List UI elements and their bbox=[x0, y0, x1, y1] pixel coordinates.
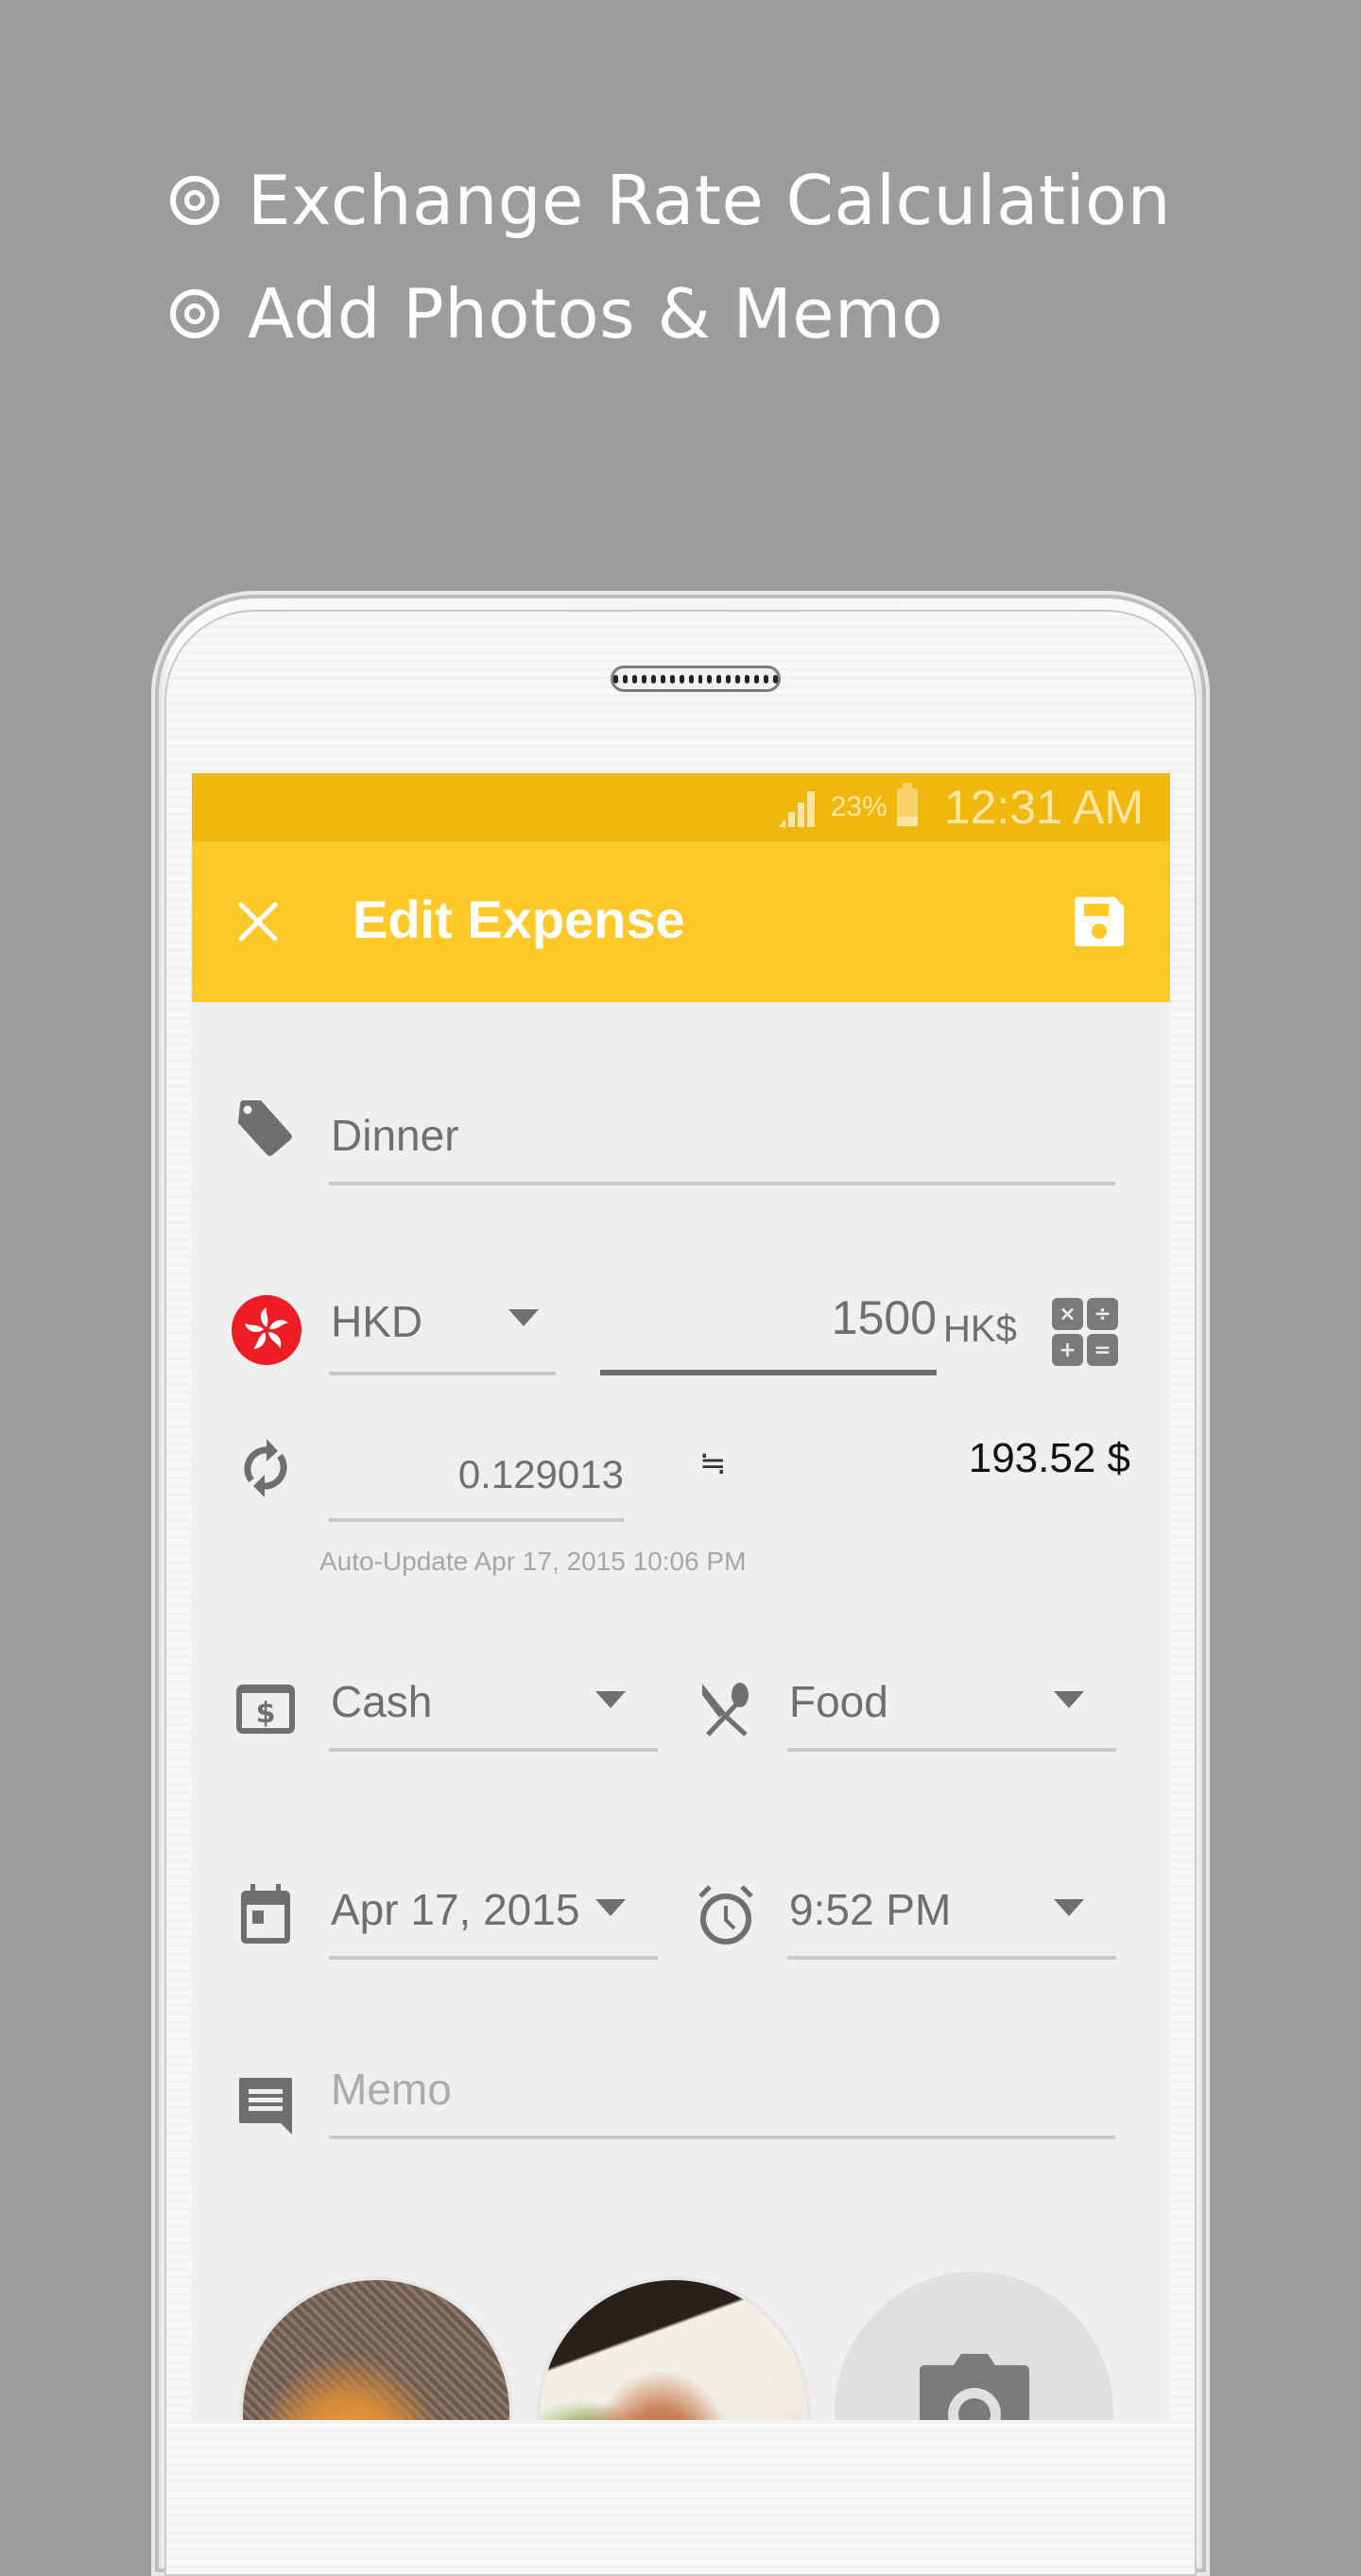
promo-line-1: Exchange Rate Calculation bbox=[170, 161, 1171, 240]
battery-percent: 23% bbox=[830, 791, 887, 822]
expense-title-value: Dinner bbox=[331, 1111, 459, 1160]
payment-method-value: Cash bbox=[331, 1677, 433, 1726]
converted-amount: 193.52 $ bbox=[968, 1435, 1130, 1481]
memo-placeholder: Memo bbox=[331, 2065, 452, 2114]
expense-title-input[interactable]: Dinner bbox=[329, 1066, 1115, 1185]
calc-plus-icon: + bbox=[1052, 1334, 1083, 1366]
fork-spoon-icon bbox=[693, 1676, 759, 1742]
amount-input[interactable]: 1500 bbox=[600, 1284, 937, 1375]
page-title: Edit Expense bbox=[353, 890, 685, 949]
memo-input[interactable]: Memo bbox=[329, 2045, 1115, 2139]
amount-value: 1500 bbox=[831, 1291, 937, 1344]
svg-text:$: $ bbox=[256, 1697, 276, 1730]
currency-code: HKD bbox=[331, 1297, 423, 1346]
promo-line-2: Add Photos & Memo bbox=[170, 274, 943, 354]
app-screen: 23% 12:31 AM Edit Expense Dinner HKD 150… bbox=[192, 773, 1170, 2420]
currency-select[interactable]: HKD bbox=[329, 1284, 556, 1375]
date-value: Apr 17, 2015 bbox=[331, 1885, 580, 1934]
date-select[interactable]: Apr 17, 2015 bbox=[329, 1851, 658, 1960]
hong-kong-flag-icon bbox=[232, 1295, 301, 1365]
photo-thumbnail[interactable] bbox=[239, 2276, 513, 2420]
chevron-down-icon bbox=[1054, 1691, 1084, 1708]
earpiece-speaker bbox=[611, 666, 781, 692]
refresh-rate-button[interactable] bbox=[233, 1435, 299, 1501]
close-icon bbox=[238, 902, 278, 942]
camera-icon bbox=[919, 2354, 1029, 2420]
calendar-icon bbox=[233, 1881, 299, 1947]
refresh-icon bbox=[244, 1439, 287, 1497]
chevron-down-icon bbox=[595, 1691, 626, 1708]
add-photo-button[interactable] bbox=[835, 2272, 1113, 2420]
calc-equals-icon: = bbox=[1087, 1334, 1118, 1366]
exchange-rate-value: 0.129013 bbox=[457, 1452, 624, 1496]
chevron-down-icon bbox=[508, 1309, 539, 1326]
approx-equal-icon: ≒ bbox=[699, 1444, 727, 1482]
close-button[interactable] bbox=[230, 893, 286, 950]
status-time: 12:31 AM bbox=[943, 781, 1144, 834]
double-circle-bullet-icon bbox=[170, 289, 219, 338]
calc-multiply-icon: × bbox=[1052, 1298, 1083, 1330]
alarm-clock-icon bbox=[693, 1881, 759, 1947]
signal-icon bbox=[777, 791, 815, 827]
photo-thumbnail[interactable] bbox=[537, 2276, 811, 2420]
promo-text-1: Exchange Rate Calculation bbox=[248, 161, 1171, 240]
calc-divide-icon: ÷ bbox=[1087, 1298, 1118, 1330]
time-value: 9:52 PM bbox=[789, 1885, 952, 1934]
cash-icon: $ bbox=[233, 1676, 299, 1742]
auto-update-timestamp: Auto-Update Apr 17, 2015 10:06 PM bbox=[319, 1547, 747, 1576]
save-button[interactable] bbox=[1066, 889, 1132, 955]
amount-unit: HK$ bbox=[943, 1308, 1017, 1350]
promo-text-2: Add Photos & Memo bbox=[248, 274, 944, 354]
status-bar: 23% 12:31 AM bbox=[192, 773, 1170, 841]
memo-icon bbox=[233, 2073, 299, 2139]
payment-method-select[interactable]: Cash bbox=[329, 1643, 658, 1752]
double-circle-bullet-icon bbox=[170, 176, 219, 225]
tag-icon bbox=[233, 1095, 299, 1161]
chevron-down-icon bbox=[595, 1899, 626, 1916]
app-toolbar: Edit Expense bbox=[192, 841, 1170, 1002]
exchange-rate-input[interactable]: 0.129013 bbox=[329, 1416, 624, 1522]
save-icon bbox=[1075, 897, 1124, 946]
category-select[interactable]: Food bbox=[787, 1643, 1116, 1752]
battery-icon bbox=[896, 783, 918, 826]
category-value: Food bbox=[789, 1677, 888, 1726]
chevron-down-icon bbox=[1054, 1899, 1084, 1916]
calculator-button[interactable]: × ÷ + = bbox=[1052, 1298, 1118, 1366]
time-select[interactable]: 9:52 PM bbox=[787, 1851, 1116, 1960]
